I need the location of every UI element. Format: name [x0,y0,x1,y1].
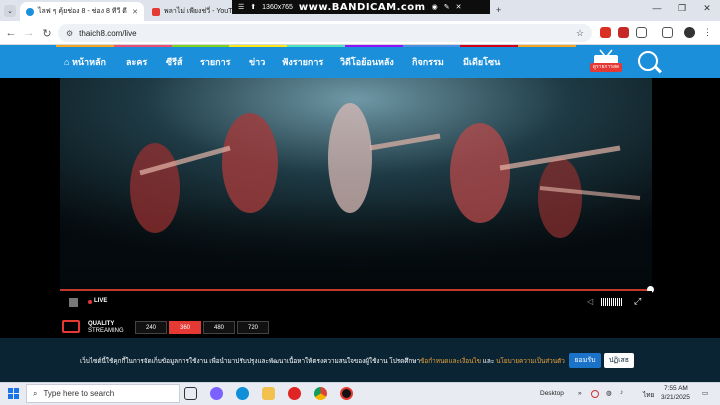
thaich8-favicon-icon [26,7,34,16]
notification-icon[interactable]: ▭ [702,389,708,397]
kebab-menu-icon[interactable]: ⋮ [703,27,712,38]
site-info-icon[interactable]: ⚙ [66,29,73,38]
extension-icon-2[interactable] [618,27,629,38]
terms-link[interactable]: ข้อกำหนดและเงื่อนไข [420,358,481,365]
color-strip-segment [344,45,403,47]
bandicam-watermark: www.BANDICAM.com [298,1,426,13]
opera-icon[interactable] [288,387,301,400]
browser-tab-active[interactable]: ไลฟ ๆ คุ้ยช่อง 8 - ช่อง 8 ทีวี ดี ✕ [20,2,144,21]
copilot-icon[interactable] [210,387,223,400]
chrome-icon[interactable] [314,387,327,400]
color-strip-segment [171,45,230,47]
back-arrow-icon[interactable]: ← [4,26,18,40]
menu-icon[interactable]: ☰ [238,3,244,11]
player-controls [60,291,652,313]
bandicam-close-icon[interactable]: ✕ [456,3,462,11]
nav-item-series[interactable]: ซีรีส์ [166,55,182,69]
quality-option-240[interactable]: 240 [135,321,167,334]
nav-item-news[interactable]: ข่าว [249,55,265,69]
clock-time[interactable]: 7:55 AM [664,385,688,392]
edge-icon[interactable] [236,387,249,400]
quality-option-360[interactable]: 360 [169,321,201,334]
live-badge-label: ดูรายการสด [592,64,620,70]
live-label: LIVE [94,298,108,304]
video-frame-image [60,78,652,290]
tab-title: ไลฟ ๆ คุ้ยช่อง 8 - ช่อง 8 ทีวี ดี [38,8,127,15]
minimize-button[interactable]: — [648,3,666,13]
nav-item-activities[interactable]: กิจกรรม [412,55,444,69]
extension-icon-1[interactable] [600,27,611,38]
live-dot-icon [88,300,92,304]
privacy-link[interactable]: นโยบายความเป็นส่วนตัว [496,358,565,365]
browser-tab-youtube[interactable]: พลาไม่ เพียงช่วี่ - YouTube [146,2,242,21]
clock-date[interactable]: 3/21/2025 [661,394,690,401]
color-strip-segment [229,45,288,47]
volume-slider[interactable] [601,298,623,306]
camera-icon[interactable]: ◉ [432,3,438,11]
search-icon: ⌕ [33,388,38,398]
stop-icon[interactable] [69,298,78,307]
nav-item-media-zone[interactable]: มีเดียโซน [463,55,500,69]
color-strip-segment [56,45,114,47]
pen-icon[interactable]: ✎ [444,3,450,11]
nav-item-drama[interactable]: ละคร [126,55,147,69]
close-window-button[interactable]: ✕ [698,3,716,14]
extensions-puzzle-icon[interactable] [636,27,647,38]
quality-option-480[interactable]: 480 [203,321,235,334]
youtube-favicon-icon [152,7,160,16]
task-view-icon[interactable] [184,387,197,400]
file-explorer-icon[interactable] [262,387,275,400]
new-tab-button[interactable]: + [496,5,501,15]
windows-start-icon[interactable] [8,388,19,399]
url-text: thaich8.com/live [79,28,137,38]
bandicam-record-icon[interactable] [340,387,353,400]
volume-icon[interactable]: ◁ [587,297,593,306]
sidebar-icon[interactable] [662,27,673,38]
tab-close-icon[interactable]: ✕ [132,8,138,16]
tray-network-icon[interactable]: ◍ [606,389,612,397]
nav-item-programs[interactable]: รายการ [200,55,231,69]
desktop-label[interactable]: Desktop [540,390,564,397]
quality-title: QUALITY [88,321,115,327]
tray-volume-icon[interactable]: ♪ [620,389,623,396]
color-strip-segment [113,45,172,47]
video-player[interactable] [60,78,652,290]
nav-item-listen[interactable]: ฟังรายการ [282,55,323,69]
home-icon: ⌂ [64,57,72,67]
decline-cookies-button[interactable]: ปฏิเสธ [604,353,634,368]
accept-cookies-button[interactable]: ยอมรับ [569,353,601,368]
color-strip-segment [287,45,345,47]
language-indicator[interactable]: ไทย [643,390,654,400]
bookmark-star-icon[interactable]: ☆ [576,28,584,39]
taskbar-search-box[interactable]: ⌕ Type here to search [26,384,180,403]
forward-arrow-icon[interactable]: → [22,26,36,40]
reload-icon[interactable]: ↻ [40,26,54,40]
quality-subtitle: STREAMING [88,328,124,334]
tray-record-icon[interactable] [591,390,599,398]
color-strip [56,45,577,47]
color-strip-segment [460,45,519,47]
cursor-icon[interactable]: ⬆ [250,3,256,11]
nav-item-home[interactable]: ⌂ หน้าหลัก [64,55,106,69]
tab-title: พลาไม่ เพียงช่วี่ - YouTube [164,8,242,15]
tab-search-button[interactable]: ⌄ [4,5,16,17]
profile-avatar[interactable] [684,27,695,38]
recording-resolution: 1360x765 [262,3,293,11]
cookie-consent-text: เว็บไซต์นี้ใช้คุกกี้ในการจัดเก็บข้อมูลกา… [80,358,565,365]
tray-chevron-icon[interactable]: » [578,390,582,397]
fullscreen-icon[interactable]: ⤢ [634,296,641,307]
color-strip-segment [518,45,577,47]
quality-option-720[interactable]: 720 [237,321,269,334]
color-strip-segment [402,45,461,47]
taskbar-search-placeholder: Type here to search [43,389,115,398]
tv-quality-icon [62,320,80,333]
nav-item-replay[interactable]: วิดีโอย้อนหลัง [340,55,394,69]
maximize-button[interactable]: ❐ [673,3,691,14]
bandicam-toolbar: ☰ ⬆ 1360x765 www.BANDICAM.com ◉ ✎ ✕ [232,0,490,14]
url-omnibox[interactable]: ⚙ thaich8.com/live ☆ [58,24,592,42]
